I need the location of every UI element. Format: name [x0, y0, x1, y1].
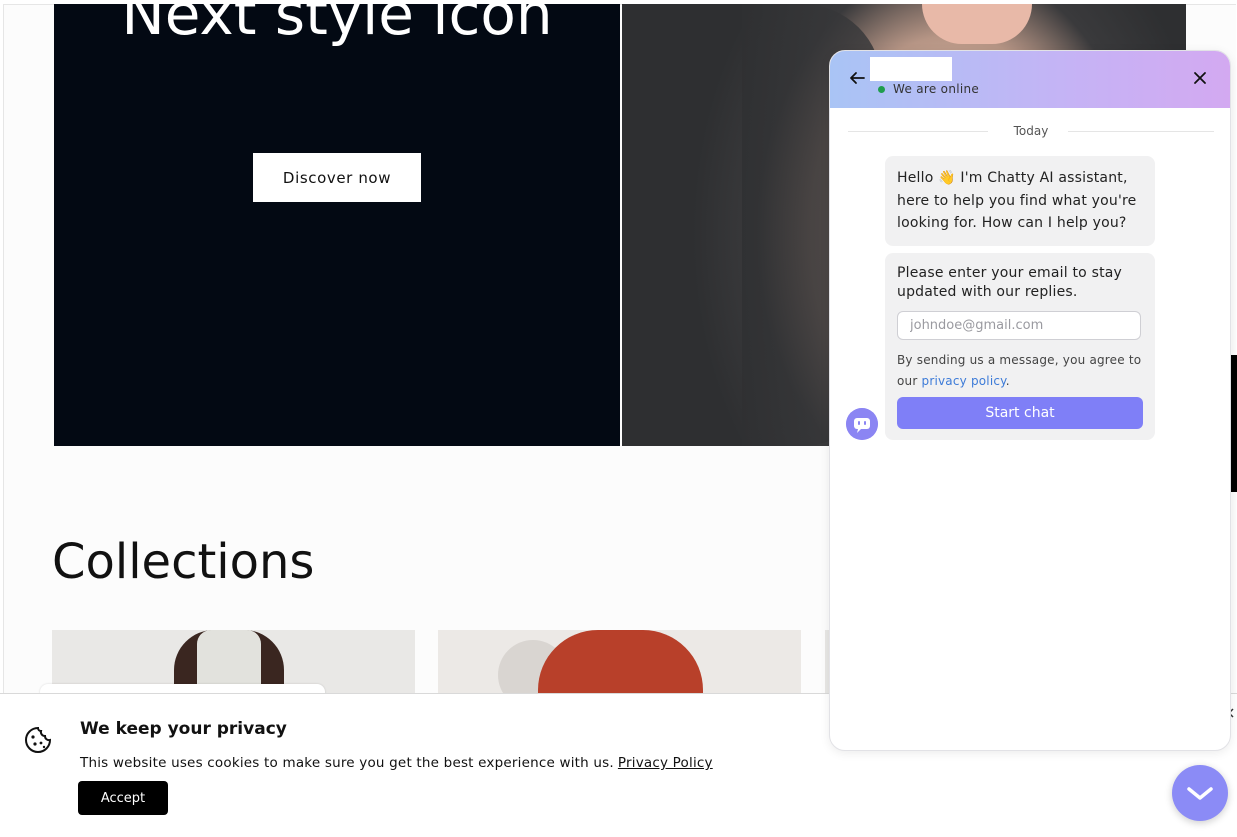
chevron-down-icon [1187, 787, 1213, 800]
cookie-icon [25, 726, 52, 753]
hero-image-figure [922, 4, 1032, 44]
collection-card[interactable] [438, 630, 801, 700]
privacy-policy-link[interactable]: privacy policy [922, 374, 1006, 388]
hero-title: Next style icon [121, 4, 553, 48]
collections-title: Collections [52, 534, 315, 590]
email-capture-form: Please enter your email to stay updated … [885, 253, 1155, 440]
chat-launcher-button[interactable] [1172, 765, 1228, 821]
bot-message: Hello 👋 I'm Chatty AI assistant, here to… [885, 156, 1155, 246]
cookie-message: This website uses cookies to make sure y… [80, 755, 713, 771]
hero-banner: Next style icon Discover now [54, 4, 620, 446]
email-prompt: Please enter your email to stay updated … [897, 265, 1123, 300]
start-chat-button[interactable]: Start chat [897, 397, 1143, 429]
consent-text: By sending us a message, you agree to ou… [897, 353, 1142, 388]
chat-widget: We are online Today Hello 👋 I'm Chatty A… [829, 50, 1231, 751]
privacy-policy-link[interactable]: Privacy Policy [618, 755, 713, 771]
email-field[interactable] [897, 311, 1141, 340]
cookie-title: We keep your privacy [80, 719, 287, 739]
close-icon[interactable] [1193, 71, 1207, 85]
accept-button[interactable]: Accept [78, 781, 168, 815]
day-separator: Today [848, 123, 1214, 139]
online-status: We are online [893, 82, 980, 96]
cookie-message-text: This website uses cookies to make sure y… [80, 755, 614, 771]
day-separator-label: Today [848, 124, 1214, 138]
bot-message-text: Hello 👋 I'm Chatty AI assistant, here to… [897, 170, 1137, 231]
discover-now-button[interactable]: Discover now [253, 153, 421, 202]
online-status-dot [878, 86, 885, 93]
bot-avatar-icon [846, 408, 878, 440]
agent-name [870, 57, 952, 81]
collection-card-image [538, 630, 703, 700]
chat-header: We are online [830, 51, 1230, 108]
back-arrow-icon[interactable] [848, 69, 866, 87]
